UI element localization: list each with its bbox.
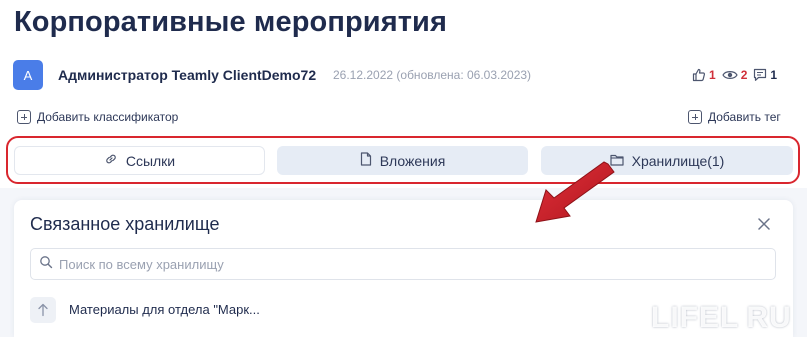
add-tag-button[interactable]: Добавить тег	[688, 110, 781, 124]
comments-stat[interactable]: 1	[753, 68, 777, 82]
page-stats: 1 2 1	[692, 66, 777, 84]
views-stat: 2	[722, 68, 748, 82]
arrow-up-icon	[38, 303, 48, 317]
page-dates: 26.12.2022 (обновлена: 06.03.2023)	[333, 68, 532, 82]
tab-links-label: Ссылки	[125, 152, 176, 169]
search-input[interactable]	[59, 256, 759, 272]
comments-count: 1	[770, 68, 778, 82]
comment-icon	[753, 68, 767, 82]
search-icon	[39, 255, 53, 274]
page-title: Корпоративные мероприятия	[14, 6, 447, 38]
views-count: 2	[740, 68, 748, 82]
link-icon	[104, 152, 118, 169]
watermark: LIFEL RU	[651, 301, 792, 334]
tab-attachments[interactable]: Вложения	[277, 146, 528, 175]
plus-icon	[17, 110, 31, 124]
thumbs-up-icon	[692, 68, 706, 82]
up-button[interactable]	[30, 297, 56, 323]
tab-attachments-label: Вложения	[379, 152, 446, 169]
eye-icon	[722, 69, 738, 81]
likes-stat[interactable]: 1	[692, 68, 716, 82]
likes-count: 1	[709, 68, 716, 82]
close-button[interactable]	[756, 216, 772, 232]
avatar[interactable]: A	[13, 60, 43, 90]
panel-title: Связанное хранилище	[30, 214, 220, 234]
add-tag-label: Добавить тег	[708, 110, 781, 124]
file-icon	[360, 152, 372, 169]
tab-links[interactable]: Ссылки	[14, 146, 265, 175]
tab-storage-label: Хранилище(1)	[631, 152, 725, 169]
plus-icon	[688, 110, 702, 124]
close-icon	[758, 218, 770, 230]
page: Корпоративные мероприятия A Администрато…	[0, 0, 807, 337]
list-item[interactable]: Материалы для отдела "Марк...	[69, 302, 260, 317]
add-classifier-label: Добавить классификатор	[37, 110, 179, 124]
red-arrow-icon	[530, 160, 616, 231]
storage-search[interactable]	[30, 248, 776, 280]
author-name[interactable]: Администратор Teamly ClientDemo72	[58, 67, 316, 83]
add-classifier-button[interactable]: Добавить классификатор	[17, 110, 178, 124]
